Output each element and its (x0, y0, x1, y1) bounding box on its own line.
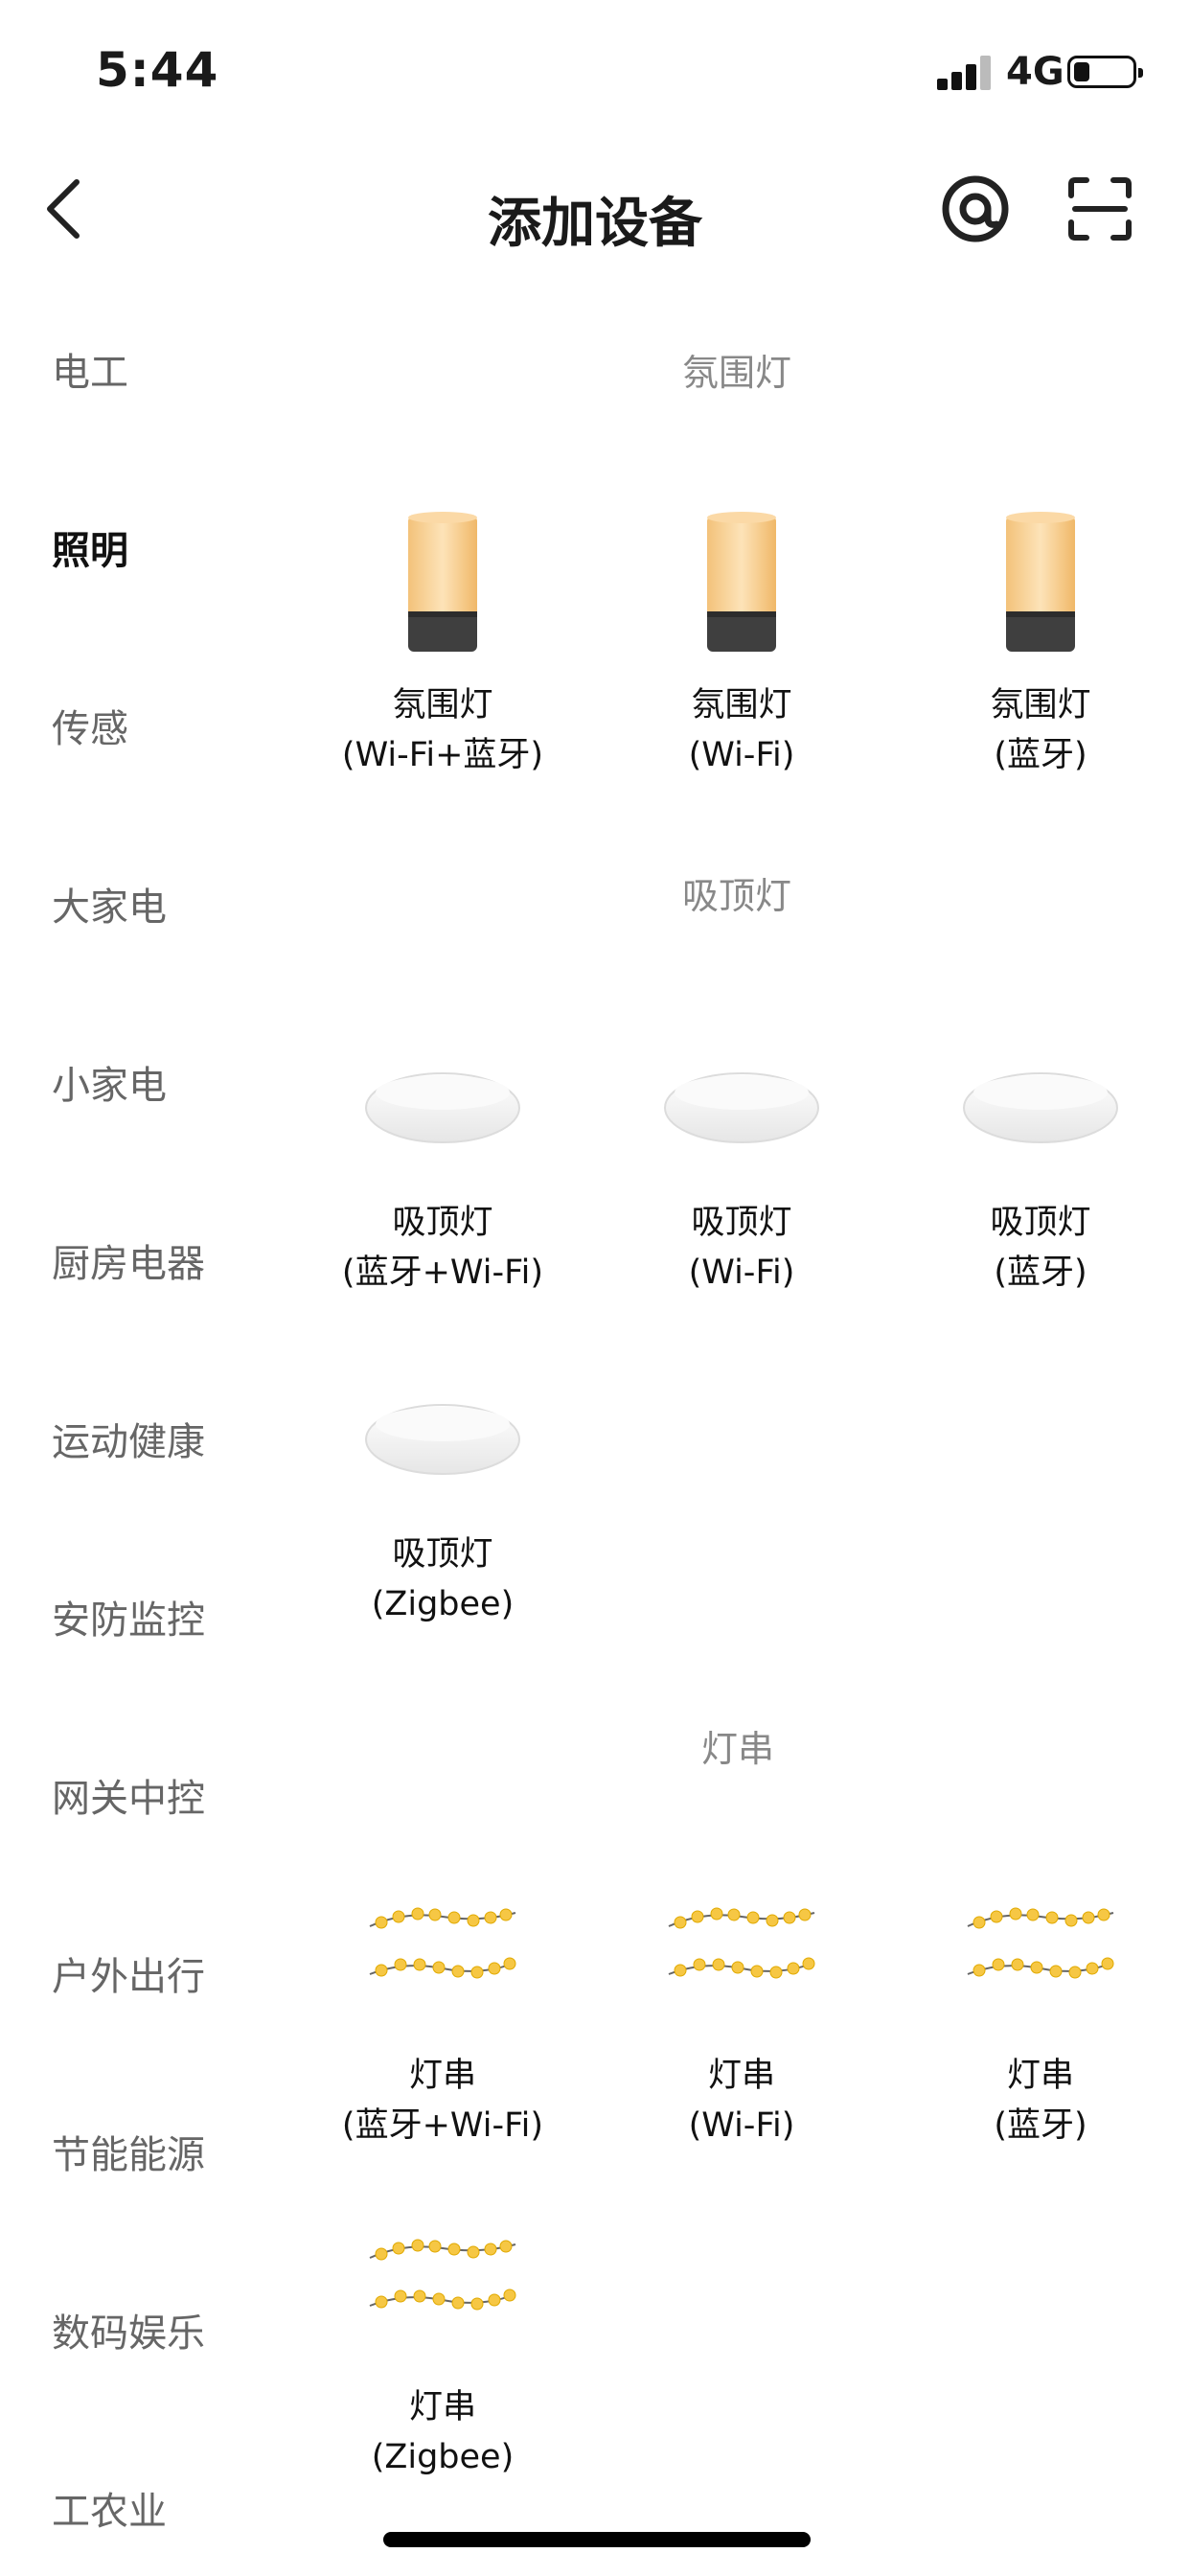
device-name: 氛围灯 (691, 686, 792, 724)
device-protocol: (蓝牙) (994, 1254, 1087, 1292)
sidebar-item-sensors[interactable]: 传感 (52, 698, 128, 753)
home-indicator[interactable] (383, 2532, 811, 2547)
device-tile[interactable]: 吸顶灯 (Wi-Fi) (598, 1016, 885, 1298)
device-name: 灯串 (408, 2388, 476, 2426)
device-tile[interactable]: 氛围灯 (Wi-Fi+蓝牙) (299, 498, 586, 780)
nav-bar: 添加设备 (0, 153, 1190, 268)
device-name: 吸顶灯 (392, 1204, 493, 1242)
nearby-discovery-button[interactable] (941, 174, 1010, 243)
device-name: 吸顶灯 (392, 1535, 493, 1574)
at-sign-icon (942, 175, 1009, 242)
sidebar-item-digital-entertainment[interactable]: 数码娱乐 (52, 2302, 205, 2358)
section-title-string-lights: 灯串 (701, 1728, 775, 1770)
device-tile[interactable]: 氛围灯 (Wi-Fi) (598, 498, 885, 780)
device-protocol: (Wi-Fi) (688, 2106, 795, 2145)
sidebar-item-sports-health[interactable]: 运动健康 (52, 1411, 205, 1466)
device-protocol: (Wi-Fi) (688, 1254, 795, 1292)
string-lights-icon (598, 1869, 885, 2041)
ceiling-light-icon (299, 1016, 586, 1188)
signal-strength-icon (937, 56, 993, 90)
device-protocol: (Wi-Fi) (688, 736, 795, 774)
sidebar-item-energy[interactable]: 节能能源 (52, 2124, 205, 2179)
sidebar-item-gateway[interactable]: 网关中控 (52, 1767, 205, 1823)
sidebar-item-industry-agriculture[interactable]: 工农业 (52, 2480, 167, 2536)
scan-button[interactable] (1065, 174, 1134, 243)
device-tile[interactable]: 氛围灯 (蓝牙) (897, 498, 1184, 780)
scan-icon (1068, 177, 1132, 241)
device-tile[interactable]: 吸顶灯 (蓝牙) (897, 1016, 1184, 1298)
device-protocol: (蓝牙) (994, 2106, 1087, 2145)
status-bar: 5:44 4G (0, 0, 1190, 144)
section-title-ambient-lights: 氛围灯 (682, 352, 792, 394)
ceiling-light-icon (598, 1016, 885, 1188)
ceiling-light-icon (299, 1347, 586, 1520)
network-type: 4G (1006, 50, 1064, 94)
ambient-lamp-icon (897, 498, 1184, 671)
device-name: 灯串 (408, 2057, 476, 2095)
device-name: 灯串 (1006, 2057, 1074, 2095)
device-protocol: (Zigbee) (371, 1585, 515, 1623)
device-name: 氛围灯 (990, 686, 1091, 724)
device-name: 吸顶灯 (990, 1204, 1091, 1242)
page-title: 添加设备 (488, 193, 702, 255)
sidebar-item-kitchen[interactable]: 厨房电器 (52, 1232, 205, 1288)
device-tile[interactable]: 吸顶灯 (Zigbee) (299, 1347, 586, 1629)
string-lights-icon (299, 1869, 586, 2041)
device-name: 吸顶灯 (691, 1204, 792, 1242)
device-name: 氛围灯 (392, 686, 493, 724)
sidebar-item-outdoor[interactable]: 户外出行 (52, 1945, 205, 2001)
device-tile[interactable]: 灯串 (蓝牙+Wi-Fi) (299, 1869, 586, 2150)
device-tile[interactable]: 灯串 (蓝牙) (897, 1869, 1184, 2150)
sidebar-item-small-appliances[interactable]: 小家电 (52, 1054, 167, 1110)
device-protocol: (Wi-Fi+蓝牙) (341, 736, 544, 774)
section-title-ceiling-lights: 吸顶灯 (682, 875, 792, 917)
ceiling-light-icon (897, 1016, 1184, 1188)
sidebar-item-major-appliances[interactable]: 大家电 (52, 876, 167, 932)
battery-icon (1067, 56, 1143, 88)
status-time: 5:44 (96, 42, 219, 98)
device-protocol: (蓝牙) (994, 736, 1087, 774)
ambient-lamp-icon (299, 498, 586, 671)
device-protocol: (蓝牙+Wi-Fi) (341, 1254, 544, 1292)
device-name: 灯串 (707, 2057, 775, 2095)
device-tile[interactable]: 灯串 (Zigbee) (299, 2200, 586, 2482)
device-protocol: (蓝牙+Wi-Fi) (341, 2106, 544, 2145)
ambient-lamp-icon (598, 498, 885, 671)
string-lights-icon (897, 1869, 1184, 2041)
device-protocol: (Zigbee) (371, 2438, 515, 2476)
device-tile[interactable]: 吸顶灯 (蓝牙+Wi-Fi) (299, 1016, 586, 1298)
string-lights-icon (299, 2200, 586, 2373)
sidebar-item-electrical[interactable]: 电工 (52, 341, 128, 397)
sidebar-item-security[interactable]: 安防监控 (52, 1589, 205, 1644)
device-tile[interactable]: 灯串 (Wi-Fi) (598, 1869, 885, 2150)
sidebar-item-lighting[interactable]: 照明 (52, 519, 128, 575)
